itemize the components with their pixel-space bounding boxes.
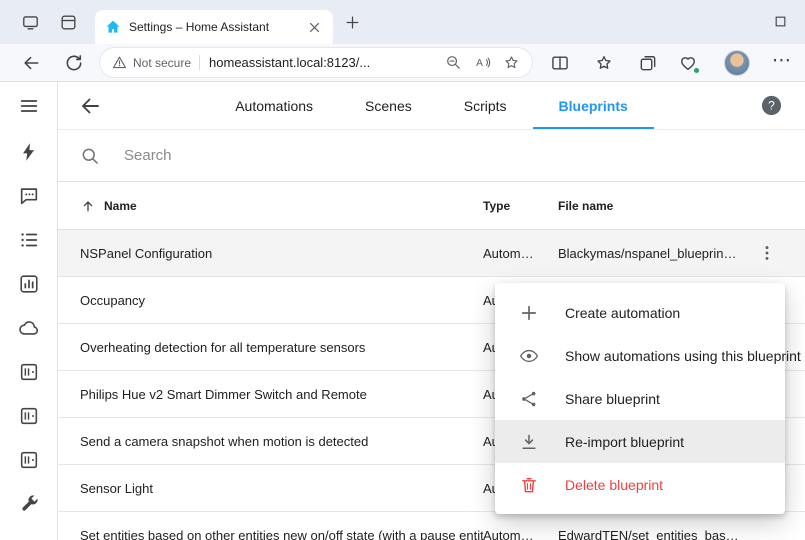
row-file: EdwardTEN/set_entities_bas… xyxy=(558,528,745,540)
row-type: Autom… xyxy=(483,246,558,261)
row-file: Blackymas/nspanel_blueprin… xyxy=(558,246,745,261)
table-header: Name Type File name xyxy=(58,182,805,230)
row-type: Autom… xyxy=(483,528,558,540)
search-input[interactable] xyxy=(122,146,522,165)
sidebar-item-cloud[interactable] xyxy=(18,306,40,350)
row-name: Occupancy xyxy=(58,293,483,308)
sidebar-item-tools[interactable] xyxy=(18,482,40,526)
sort-ascending-icon[interactable] xyxy=(80,198,96,214)
window-maximize-icon[interactable] xyxy=(774,15,787,28)
sidebar-item-history[interactable] xyxy=(18,262,40,306)
search-icon xyxy=(80,146,100,166)
svg-text:A: A xyxy=(476,58,483,69)
refresh-icon[interactable] xyxy=(64,53,84,73)
split-screen-icon[interactable] xyxy=(550,53,570,73)
browser-titlebar: Settings – Home Assistant xyxy=(0,0,805,44)
row-name: Send a camera snapshot when motion is de… xyxy=(58,434,483,449)
table-row[interactable]: NSPanel Configuration Autom… Blackymas/n… xyxy=(58,230,805,277)
download-icon xyxy=(519,432,539,452)
browser-essentials-icon[interactable] xyxy=(678,53,698,73)
sidebar-item-assist[interactable] xyxy=(18,174,40,218)
home-assistant-app: Automations Scenes Scripts Blueprints ? xyxy=(0,82,805,540)
new-tab-icon[interactable] xyxy=(344,14,361,31)
ha-sidebar xyxy=(0,82,58,540)
ha-tab-bar: Automations Scenes Scripts Blueprints xyxy=(58,82,805,129)
sidebar-item-logbook[interactable] xyxy=(18,218,40,262)
browser-window: Settings – Home Assistant Not secure hom… xyxy=(0,0,805,540)
row-overflow-menu-icon[interactable] xyxy=(757,243,777,263)
tab-scripts[interactable]: Scripts xyxy=(438,82,533,129)
menu-item-reimport-blueprint[interactable]: Re-import blueprint xyxy=(495,420,785,463)
home-assistant-favicon xyxy=(105,19,121,35)
menu-item-delete-blueprint[interactable]: Delete blueprint xyxy=(495,463,785,506)
ha-main: Automations Scenes Scripts Blueprints ? xyxy=(58,82,805,540)
menu-item-show-automations[interactable]: Show automations using this blueprint xyxy=(495,334,785,377)
menu-item-label: Re-import blueprint xyxy=(565,434,684,450)
eye-icon xyxy=(519,346,539,366)
tab-actions-icon[interactable] xyxy=(59,13,78,32)
tab-close-icon[interactable] xyxy=(306,19,323,36)
row-name: NSPanel Configuration xyxy=(58,246,483,261)
menu-item-create-automation[interactable]: Create automation xyxy=(495,291,785,334)
address-bar[interactable]: Not secure homeassistant.local:8123/... … xyxy=(100,48,532,77)
sidebar-item-server-3[interactable] xyxy=(18,438,40,482)
browser-tab[interactable]: Settings – Home Assistant xyxy=(95,10,333,44)
favorite-star-icon[interactable] xyxy=(503,54,520,71)
menu-item-label: Show automations using this blueprint xyxy=(565,348,801,364)
column-header-name[interactable]: Name xyxy=(104,199,137,213)
browser-menu-icon[interactable]: ⋯ xyxy=(772,49,792,72)
help-icon[interactable]: ? xyxy=(760,94,783,117)
row-name: Sensor Light xyxy=(58,481,483,496)
share-icon xyxy=(519,389,539,409)
blueprint-context-menu: Create automation Show automations using… xyxy=(495,283,785,514)
sidebar-item-energy[interactable] xyxy=(18,130,40,174)
sidebar-menu-icon[interactable] xyxy=(18,82,40,130)
url-text[interactable]: homeassistant.local:8123/... xyxy=(209,55,433,70)
tab-title: Settings – Home Assistant xyxy=(129,20,306,34)
menu-item-share-blueprint[interactable]: Share blueprint xyxy=(495,377,785,420)
row-name: Overheating detection for all temperatur… xyxy=(58,340,483,355)
tab-scenes[interactable]: Scenes xyxy=(339,82,438,129)
workspaces-icon[interactable] xyxy=(21,13,40,32)
svg-text:?: ? xyxy=(768,99,775,113)
sidebar-item-server-2[interactable] xyxy=(18,394,40,438)
column-header-file[interactable]: File name xyxy=(558,199,745,213)
address-divider xyxy=(199,55,200,70)
collections-icon[interactable] xyxy=(638,53,658,73)
security-label[interactable]: Not secure xyxy=(133,56,191,70)
column-header-type[interactable]: Type xyxy=(483,199,558,213)
not-secure-warning-icon xyxy=(112,55,127,70)
read-aloud-icon[interactable]: A xyxy=(474,54,491,71)
row-name: Set entities based on other entities new… xyxy=(58,528,483,540)
profile-avatar[interactable] xyxy=(724,50,750,76)
menu-item-label: Create automation xyxy=(565,305,680,321)
tab-blueprints[interactable]: Blueprints xyxy=(533,82,654,129)
tab-automations[interactable]: Automations xyxy=(209,82,339,129)
sync-status-badge xyxy=(692,66,701,75)
table-row[interactable]: Set entities based on other entities new… xyxy=(58,512,805,540)
sidebar-item-server-1[interactable] xyxy=(18,350,40,394)
menu-item-label: Share blueprint xyxy=(565,391,660,407)
row-name: Philips Hue v2 Smart Dimmer Switch and R… xyxy=(58,387,483,402)
search-bar xyxy=(58,130,805,182)
browser-navbar: Not secure homeassistant.local:8123/... … xyxy=(0,44,805,82)
plus-icon xyxy=(519,303,539,323)
zoom-out-icon[interactable] xyxy=(445,54,462,71)
favorites-hub-icon[interactable] xyxy=(594,53,614,73)
menu-item-label: Delete blueprint xyxy=(565,477,663,493)
ha-header: Automations Scenes Scripts Blueprints ? xyxy=(58,82,805,130)
browser-back-icon[interactable] xyxy=(21,53,41,73)
trash-icon xyxy=(519,475,539,495)
